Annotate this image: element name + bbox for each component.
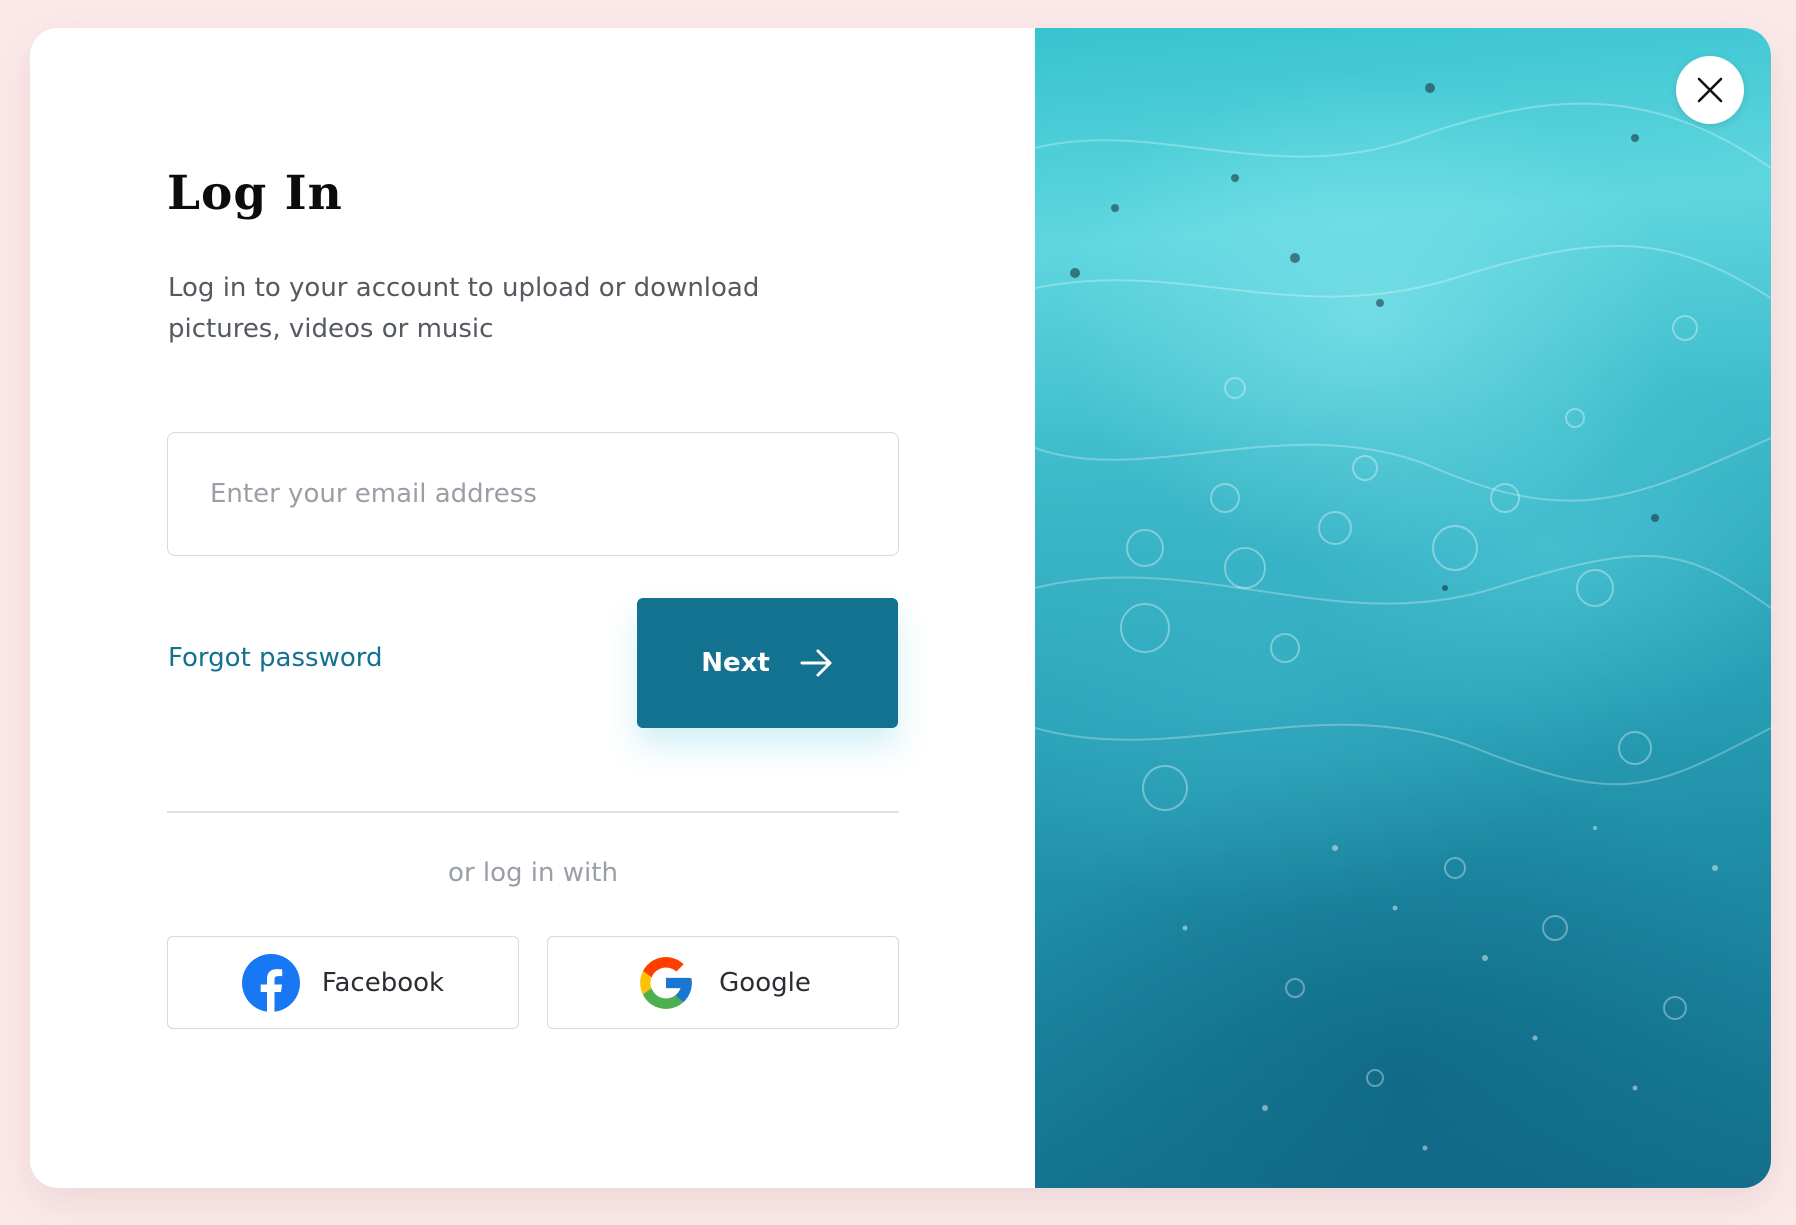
google-button-label: Google [719, 967, 811, 998]
page-title: Log In [167, 166, 343, 221]
next-button[interactable]: Next [637, 598, 898, 728]
water-image [1035, 28, 1771, 1188]
next-button-label: Next [701, 648, 770, 678]
facebook-login-button[interactable]: Facebook [167, 936, 519, 1029]
google-login-button[interactable]: Google [547, 936, 899, 1029]
login-description: Log in to your account to upload or down… [168, 268, 788, 350]
google-icon [640, 956, 692, 1009]
forgot-password-link[interactable]: Forgot password [168, 643, 382, 673]
login-description-line-2: pictures, videos or music [168, 314, 494, 344]
login-description-line-1: Log in to your account to upload or down… [168, 273, 760, 303]
email-field[interactable] [167, 432, 899, 556]
close-icon [1697, 77, 1723, 103]
or-log-in-with-label: or log in with [448, 858, 618, 888]
facebook-icon [241, 953, 300, 1012]
close-button[interactable] [1676, 56, 1744, 124]
water-texture [1035, 83, 1771, 1151]
login-form-panel: Log In Log in to your account to upload … [30, 28, 1035, 1188]
arrow-right-icon [800, 649, 832, 677]
facebook-button-label: Facebook [321, 967, 445, 998]
login-modal: Log In Log in to your account to upload … [30, 28, 1771, 1188]
divider [167, 811, 899, 813]
